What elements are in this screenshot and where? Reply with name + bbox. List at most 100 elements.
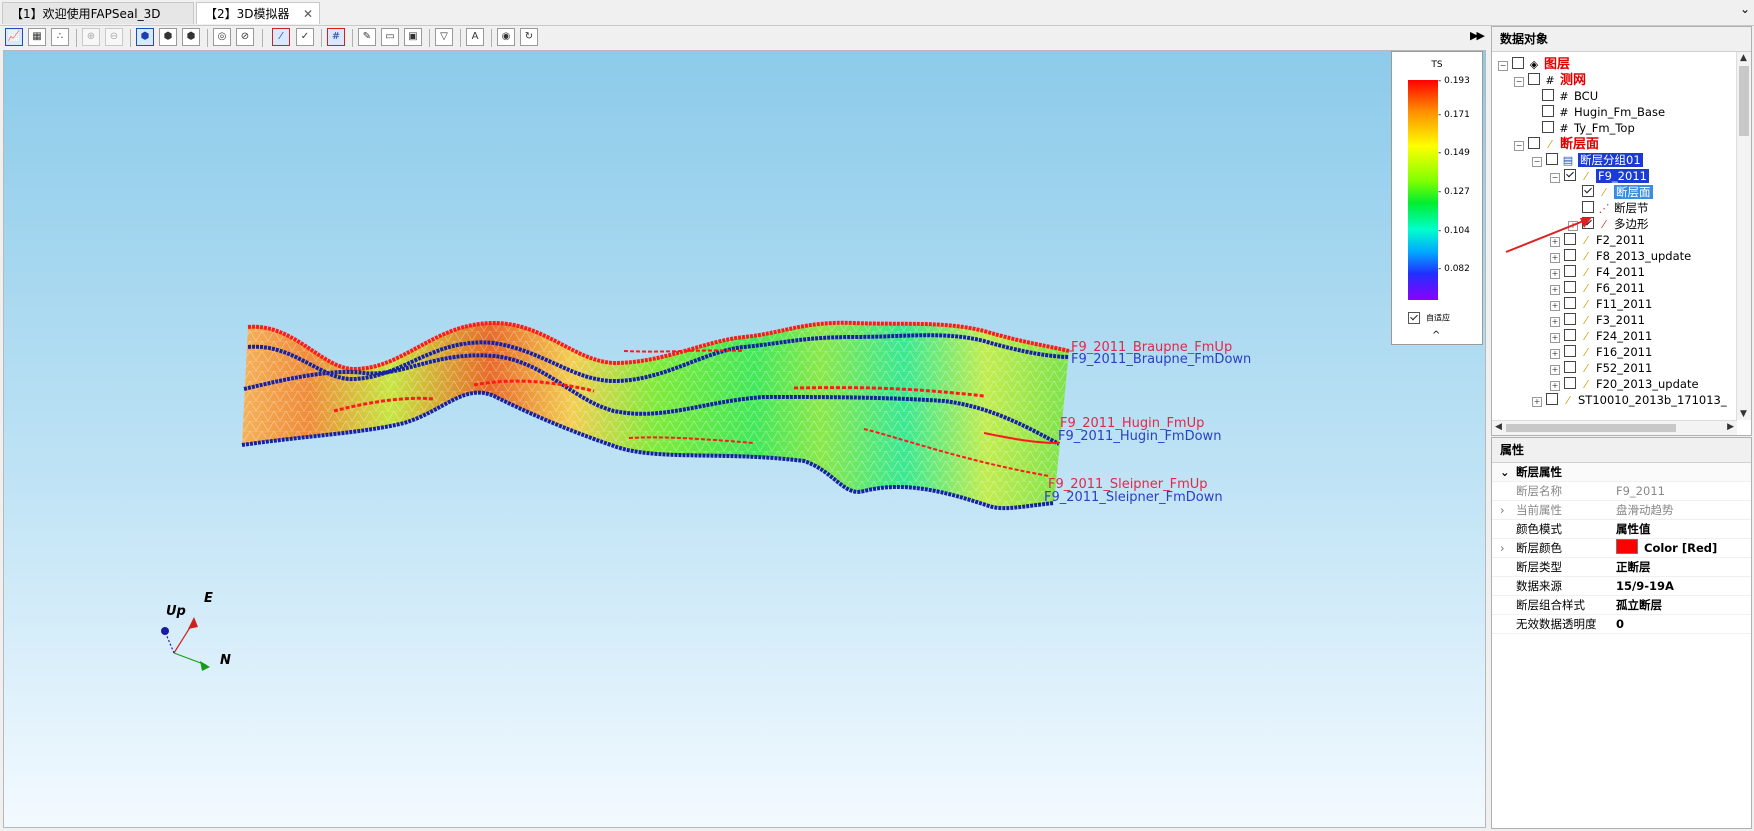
- fault-icon: ⁄: [1567, 394, 1569, 407]
- pencil-icon[interactable]: ✎: [358, 28, 376, 46]
- tab-welcome[interactable]: 【1】欢迎使用FAPSeal_3D: [2, 2, 194, 24]
- axis-e-label: E: [204, 591, 213, 606]
- color-bar: [1408, 80, 1438, 300]
- property-row[interactable]: 断层类型 正断层: [1492, 558, 1751, 577]
- refresh-icon[interactable]: ↻: [520, 28, 538, 46]
- tree-node-f20[interactable]: + ⁄ F20_2013_update: [1550, 376, 1699, 392]
- fault-icon[interactable]: ⁄: [272, 28, 290, 46]
- zoom-in-icon[interactable]: ⊕: [82, 28, 100, 46]
- legend-tick: - 0.082: [1438, 264, 1470, 274]
- tree-node-f24[interactable]: + ⁄ F24_2011: [1550, 328, 1652, 344]
- tree-node-f6[interactable]: + ⁄ F6_2011: [1550, 280, 1645, 296]
- expand-panel-icon[interactable]: ▶▶: [1470, 29, 1485, 42]
- grid-icon[interactable]: ▦: [28, 28, 46, 46]
- eye-off-icon[interactable]: ⊘: [236, 28, 254, 46]
- grid-icon: #: [1545, 74, 1555, 87]
- fault-icon: ⁄: [1585, 346, 1587, 359]
- tab-welcome-label: 【1】欢迎使用FAPSeal_3D: [11, 7, 161, 21]
- tab-3d-simulator-label: 【2】3D模拟器: [205, 7, 290, 21]
- tree-node-f9-surface[interactable]: ⁄ 断层面: [1582, 184, 1653, 200]
- annotation-arrow: [1505, 217, 1592, 253]
- 3d-viewport[interactable]: F9_2011_Braupne_FmUp F9_2011_Braupne_FmD…: [3, 50, 1486, 828]
- properties-title: 属性: [1492, 438, 1751, 463]
- fault-icon: ⁄: [1549, 138, 1551, 151]
- property-category[interactable]: ⌄ 断层属性: [1492, 463, 1751, 482]
- fault-surface-3d: [161, 320, 1074, 671]
- zoom-out-icon[interactable]: ⊖: [105, 28, 123, 46]
- tree-node-f4[interactable]: + ⁄ F4_2011: [1550, 264, 1645, 280]
- fault-icon: ⁄: [1585, 362, 1587, 375]
- auto-fit-checkbox[interactable]: 自适应: [1408, 312, 1450, 324]
- tree-node-ty[interactable]: # Ty_Fm_Top: [1542, 120, 1635, 136]
- tree-node-layers[interactable]: − ◈ 图层: [1498, 56, 1570, 72]
- tree-node-st10010[interactable]: + ⁄ ST10010_2013b_171013_: [1532, 392, 1727, 408]
- tree-node-fault-surfaces[interactable]: − ⁄ 断层面: [1514, 136, 1599, 152]
- grid-icon: #: [1559, 106, 1569, 119]
- fault-label: F9_2011_Braupne_FmDown: [1071, 352, 1252, 367]
- chart-icon[interactable]: 📈: [5, 28, 23, 46]
- color-swatch: [1616, 539, 1638, 554]
- axis-up-label: Up: [166, 604, 186, 619]
- tree-node-hugin[interactable]: # Hugin_Fm_Base: [1542, 104, 1665, 120]
- chevron-right-icon: ›: [1500, 503, 1505, 517]
- fault-label: F9_2011_Sleipner_FmDown: [1044, 490, 1223, 505]
- property-row[interactable]: 断层名称 F9_2011: [1492, 482, 1751, 501]
- camera-icon[interactable]: ◉: [497, 28, 515, 46]
- fault-icon: ⁄: [1585, 266, 1587, 279]
- auto-fit-label: 自适应: [1426, 313, 1450, 323]
- properties-panel: 属性 ⌄ 断层属性 断层名称 F9_2011 › 当前属性 盘滑动趋势 颜色模式 属性值 …: [1491, 437, 1752, 829]
- cube-icon[interactable]: ⬢: [136, 28, 154, 46]
- text-icon[interactable]: A: [466, 28, 484, 46]
- property-row[interactable]: 无效数据透明度 0: [1492, 615, 1751, 634]
- tree-horizontal-scrollbar[interactable]: ◀ ▶: [1492, 420, 1737, 435]
- cube-green-icon[interactable]: ⬢: [159, 28, 177, 46]
- filter-icon[interactable]: ▽: [435, 28, 453, 46]
- property-row[interactable]: 断层组合样式 孤立断层: [1492, 596, 1751, 615]
- folder-icon[interactable]: ▭: [381, 28, 399, 46]
- tree-node-f9[interactable]: − ⁄ F9_2011: [1550, 168, 1649, 184]
- property-row[interactable]: 颜色模式 属性值: [1492, 520, 1751, 539]
- fault-icon: ⁄: [1585, 330, 1587, 343]
- fault-icon: ⁄: [1585, 314, 1587, 327]
- chevron-right-icon: ›: [1500, 541, 1505, 555]
- fault-label: F9_2011_Hugin_FmDown: [1058, 429, 1222, 444]
- legend-tick: - 0.127: [1438, 187, 1470, 197]
- fault-icon: ⁄: [1585, 298, 1587, 311]
- chevron-down-icon: ⌄: [1500, 465, 1510, 479]
- cube-red-icon[interactable]: ⬢: [182, 28, 200, 46]
- data-objects-panel: 数据对象 − ◈ 图层 − # 测网 # BCU # Hugin_Fm_Base # Ty_F…: [1491, 26, 1752, 436]
- collapse-icon[interactable]: ^: [1432, 330, 1440, 341]
- tree-node-f11[interactable]: + ⁄ F11_2011: [1550, 296, 1652, 312]
- tab-bar: 【1】欢迎使用FAPSeal_3D 【2】3D模拟器 ✕ ⌄: [0, 0, 1754, 26]
- layers-icon: ◈: [1529, 58, 1539, 71]
- legend-tick: - 0.171: [1438, 110, 1470, 120]
- tree-vertical-scrollbar[interactable]: ▲ ▼: [1736, 52, 1751, 420]
- tab-3d-simulator[interactable]: 【2】3D模拟器 ✕: [196, 2, 320, 24]
- tree-node-fault-group[interactable]: − ▤ 断层分组01: [1532, 152, 1643, 168]
- fault-icon: ⁄: [1603, 186, 1605, 199]
- chevron-down-icon[interactable]: ⌄: [1740, 2, 1750, 16]
- tree-node-survey[interactable]: − # 测网: [1514, 72, 1586, 88]
- tree-node-bcu[interactable]: # BCU: [1542, 88, 1598, 104]
- mesh-icon[interactable]: #: [327, 28, 345, 46]
- fault-icon: ⁄: [1585, 378, 1587, 391]
- property-row[interactable]: › 断层颜色 Color [Red]: [1492, 539, 1751, 558]
- fault-check-icon[interactable]: ✓: [296, 28, 314, 46]
- eye-icon[interactable]: ◎: [213, 28, 231, 46]
- close-icon[interactable]: ✕: [303, 3, 313, 25]
- points-icon[interactable]: ∴: [51, 28, 69, 46]
- grid-icon: #: [1559, 90, 1569, 103]
- tree-node-f52[interactable]: + ⁄ F52_2011: [1550, 360, 1652, 376]
- fault-icon: ⁄: [1585, 170, 1587, 183]
- toolbar: 📈 ▦ ∴ ⊕ ⊖ ⬢ ⬢ ⬢ ◎ ⊘ ⁄ ✓ # ✎ ▭ ▣ ▽ A ◉ ↻: [0, 26, 1488, 50]
- color-legend: TS - 0.193 - 0.171 - 0.149 - 0.127 - 0.1…: [1391, 51, 1483, 345]
- image-icon[interactable]: ▣: [404, 28, 422, 46]
- axis-n-label: N: [220, 653, 231, 668]
- legend-tick: - 0.149: [1438, 148, 1470, 158]
- grid-icon: #: [1559, 122, 1569, 135]
- property-row[interactable]: 数据来源 15/9-19A: [1492, 577, 1751, 596]
- tree-node-f3[interactable]: + ⁄ F3_2011: [1550, 312, 1645, 328]
- tree-node-f16[interactable]: + ⁄ F16_2011: [1550, 344, 1652, 360]
- property-row[interactable]: › 当前属性 盘滑动趋势: [1492, 501, 1751, 520]
- legend-tick: - 0.193: [1438, 76, 1470, 86]
